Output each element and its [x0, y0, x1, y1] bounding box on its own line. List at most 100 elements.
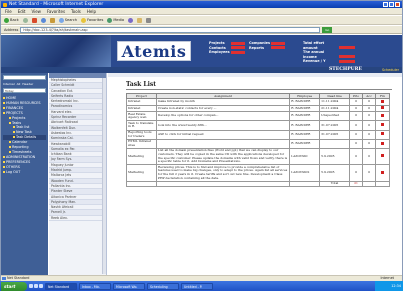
- breadcrumb: [108, 73, 402, 77]
- sidebar-select[interactable]: Today: [3, 88, 46, 93]
- bullet-icon: [3, 170, 5, 173]
- address-label: Address: [4, 27, 19, 32]
- stat-reports-value: [271, 46, 285, 50]
- cell-empty: [126, 180, 157, 188]
- table-row[interactable]: Intranet Create non-static contacts for …: [126, 104, 390, 113]
- cell-assignment[interactable]: Create non-static contacts for every ...: [155, 104, 291, 113]
- sidebar-search-input[interactable]: [3, 75, 46, 80]
- page-content: Atemis Projects Contacts Employees Compa…: [1, 35, 402, 275]
- system-tray-clock[interactable]: 12:34: [375, 281, 403, 291]
- main-panel: Task List Project Assignment Employee De…: [108, 73, 402, 275]
- stat-income-label: The annual income: [303, 50, 325, 59]
- cell-assignment[interactable]: Reviewing prices. This is to find and im…: [155, 164, 291, 182]
- back-arrow-icon: [4, 17, 9, 23]
- media-icon: [107, 17, 113, 23]
- total-label: Total: [319, 180, 351, 188]
- cell-assignment[interactable]: [155, 138, 291, 149]
- cell-assignment[interactable]: ASP to click for initial request: [155, 129, 291, 140]
- stat-income-value: [339, 55, 355, 59]
- taskbar-item[interactable]: Net Standard: [45, 282, 77, 290]
- taskbar-item[interactable]: Untitled - P.: [181, 282, 213, 290]
- history-button[interactable]: [128, 17, 134, 23]
- cell-deadline: 11.11.2004: [319, 98, 351, 106]
- start-button[interactable]: start: [1, 281, 27, 291]
- stat-revenue-value: [339, 59, 355, 63]
- minimize-button[interactable]: [383, 2, 388, 7]
- stat-employees-value: [231, 50, 245, 54]
- menu-edit[interactable]: Edit: [18, 8, 26, 14]
- cell-assignment[interactable]: make Intranet by month: [155, 98, 291, 106]
- table-row[interactable]: Marketing Reviewing prices. This is to f…: [126, 164, 390, 182]
- cell-employee: R. BAINDER: [289, 129, 321, 140]
- cell-acc: 0: [362, 129, 377, 140]
- refresh-button[interactable]: [40, 17, 46, 23]
- bullet-icon: [9, 146, 11, 149]
- menu-tools[interactable]: Tools: [71, 8, 81, 14]
- menu-favorites[interactable]: Favorites: [47, 8, 65, 14]
- option-all[interactable]: All: [17, 82, 21, 86]
- cell-acc: 0: [362, 98, 377, 106]
- stop-icon: [31, 17, 37, 23]
- favorites-button[interactable]: Favorites: [81, 17, 103, 23]
- refresh-icon: [40, 17, 46, 23]
- close-button[interactable]: [395, 2, 400, 7]
- app-banner: Atemis Projects Contacts Employees Compa…: [1, 35, 402, 67]
- quicklaunch-outlook-icon[interactable]: [39, 284, 43, 288]
- menu-help[interactable]: Help: [87, 8, 96, 14]
- table-row[interactable]: Real Estate Agency web Develop the optio…: [126, 111, 390, 122]
- cell-assignment[interactable]: look into the www.twenty-fifth...: [155, 120, 291, 131]
- taskbar-item[interactable]: Microsoft Wo.: [113, 282, 145, 290]
- cell-fin: [375, 104, 390, 113]
- go-button[interactable]: Go: [322, 26, 333, 33]
- option-header[interactable]: Header: [22, 82, 33, 86]
- search-icon: [58, 17, 64, 23]
- stats-right: Total effort amount The annual income Re…: [303, 41, 355, 64]
- list-item[interactable]: Reeb Alex.: [49, 216, 106, 222]
- mail-button[interactable]: [137, 17, 143, 23]
- table-row[interactable]: Task to translate in R. look into the ww…: [126, 120, 390, 131]
- cell-project: Marketing: [126, 147, 157, 166]
- nav-logout[interactable]: Log OUT: [3, 170, 46, 175]
- print-button[interactable]: [146, 17, 152, 23]
- cell-empty: [289, 180, 321, 188]
- forward-button[interactable]: [22, 17, 28, 23]
- taskbar-item[interactable]: Scheduling: [147, 282, 179, 290]
- cell-prio: 0: [349, 111, 364, 122]
- cell-empty: [375, 180, 390, 188]
- cell-prio: 0: [349, 147, 364, 166]
- address-input[interactable]: http://doc-123-4/?/ta/ah/taskmain.asp: [20, 26, 321, 33]
- quicklaunch-ie-icon[interactable]: [29, 284, 33, 288]
- quicklaunch-desktop-icon[interactable]: [34, 284, 38, 288]
- table-row[interactable]: Marketing List all the domain presentati…: [126, 147, 390, 166]
- media-button[interactable]: Media: [107, 17, 124, 23]
- cell-assignment[interactable]: List all the domain presentation files (…: [155, 147, 291, 166]
- flag-icon: [381, 106, 384, 110]
- option-internal[interactable]: Internal: [3, 82, 15, 86]
- atemis-logo: Atemis: [117, 41, 191, 61]
- cell-prio: 0: [349, 120, 364, 131]
- menu-view[interactable]: View: [31, 8, 41, 14]
- search-button[interactable]: Search: [58, 17, 77, 23]
- cell-project: Intranet: [126, 98, 157, 106]
- stop-button[interactable]: [31, 17, 37, 23]
- taskbar-item[interactable]: Inbox - Mic.: [79, 282, 111, 290]
- stat-revenue-label: Revenue / Y: [303, 59, 326, 64]
- back-button[interactable]: Back: [4, 17, 19, 23]
- cell-deadline: 21.11.2004: [319, 104, 351, 113]
- table-row[interactable]: Intranet make Intranet by month R. BAIND…: [126, 98, 390, 106]
- home-button[interactable]: [49, 17, 55, 23]
- bullet-icon: [3, 97, 5, 99]
- flag-icon: [381, 141, 384, 145]
- list-scrollbar[interactable]: [102, 78, 106, 274]
- maximize-button[interactable]: [389, 2, 394, 7]
- stat-reports-label: Reports: [249, 45, 264, 50]
- cell-employee: LAZOVSKI2: [289, 164, 321, 182]
- table-row[interactable]: HTML Intranet sites R. BAINDER 0 0: [126, 138, 390, 149]
- bullet-icon: [3, 165, 5, 168]
- menu-file[interactable]: File: [5, 8, 12, 14]
- sidebar: Internal All Header Today HOME HUMAN RES…: [1, 73, 48, 275]
- cell-employee: LAZOVSKI: [289, 147, 321, 166]
- cell-project: Reporting tools for traders: [126, 129, 157, 140]
- table-row[interactable]: Reporting tools for traders ASP to click…: [126, 129, 390, 140]
- cell-assignment[interactable]: Develop the options for other compan...: [155, 111, 291, 122]
